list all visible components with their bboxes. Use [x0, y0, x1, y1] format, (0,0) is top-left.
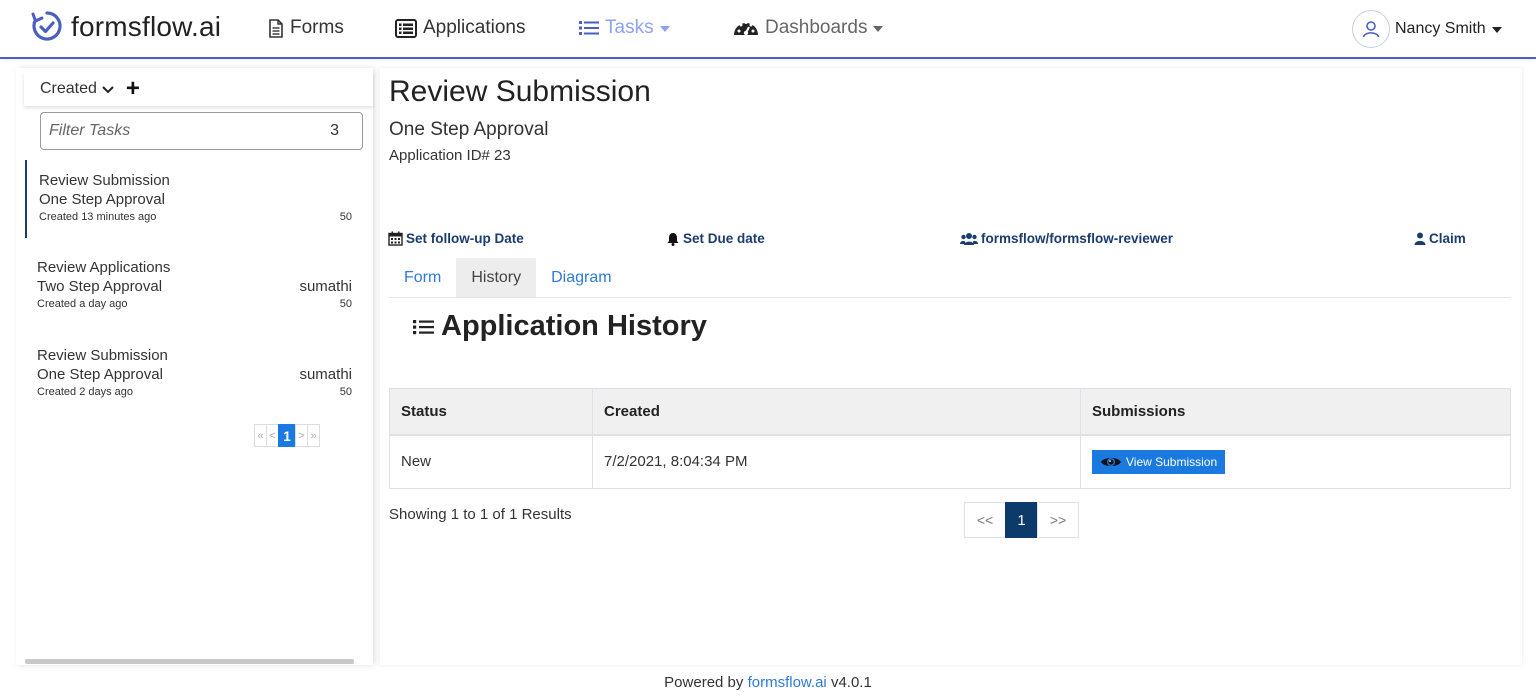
set-followup-date-label: Set follow-up Date	[406, 231, 524, 246]
avatar	[1352, 10, 1390, 48]
filter-tasks-input[interactable]	[49, 122, 331, 140]
footer-link[interactable]: formsflow.ai	[748, 674, 827, 691]
task-assignee: sumathi	[299, 366, 352, 383]
pager-first-button[interactable]: <<	[964, 502, 1006, 538]
candidate-group-button[interactable]: formsflow/formsflow-reviewer	[960, 231, 1173, 246]
brand[interactable]: formsflow.ai	[30, 8, 221, 46]
task-created: Created 13 minutes ago	[39, 211, 157, 223]
task-title: Review Applications	[37, 259, 171, 276]
top-navbar: formsflow.ai Forms Applications Tasks Da…	[0, 0, 1536, 59]
task-detail-panel: Review Submission One Step Approval Appl…	[380, 68, 1522, 665]
column-header-status[interactable]: Status	[389, 388, 593, 436]
chevron-down-icon	[1491, 27, 1502, 33]
footer-version: v4.0.1	[830, 674, 872, 691]
footer-prefix: Powered by	[664, 674, 744, 691]
cell-submissions: View Submission	[1080, 434, 1511, 489]
view-submission-button[interactable]: View Submission	[1092, 449, 1226, 474]
sort-bar: Created +	[24, 72, 373, 106]
nav-dashboards[interactable]: Dashboards	[733, 17, 884, 39]
chevron-down-icon	[873, 26, 884, 32]
table-row: New 7/2/2021, 8:04:34 PM View Submission	[389, 434, 1511, 489]
task-created: Created a day ago	[37, 298, 128, 310]
nav-tasks-label: Tasks	[605, 17, 654, 38]
chevron-down-icon	[659, 26, 670, 32]
footer: Powered by formsflow.ai v4.0.1	[0, 666, 1536, 696]
view-submission-label: View Submission	[1126, 454, 1218, 469]
task-title: Review Submission	[39, 172, 170, 189]
pager-page-button[interactable]: 1	[1005, 502, 1038, 538]
nav-applications-label: Applications	[423, 17, 526, 38]
cell-status: New	[389, 434, 593, 489]
candidate-group-label: formsflow/formsflow-reviewer	[981, 231, 1174, 246]
task-assignee: sumathi	[299, 278, 352, 295]
list-alt-icon	[395, 18, 417, 38]
user-icon	[1414, 232, 1426, 245]
brand-name: formsflow.ai	[71, 11, 222, 42]
application-id: Application ID# 23	[389, 147, 511, 164]
sort-label: Created	[40, 80, 97, 97]
tachometer-icon	[734, 21, 758, 36]
nav-forms[interactable]: Forms	[268, 17, 344, 39]
task-title: Review Submission	[37, 347, 168, 364]
bell-icon	[667, 232, 679, 246]
pager-last-button[interactable]: »	[307, 424, 320, 447]
task-list-sidebar: Created + 3 Review Submission One Step A…	[16, 68, 373, 665]
tab-form[interactable]: Form	[389, 258, 456, 297]
set-due-date-button[interactable]: Set Due date	[666, 231, 765, 246]
pager-last-button[interactable]: >>	[1037, 502, 1079, 538]
chevron-down-icon	[102, 86, 114, 94]
filter-tasks[interactable]: 3	[40, 112, 363, 150]
task-list-item[interactable]: Review Submission One Step Approval Crea…	[25, 160, 365, 238]
column-header-submissions[interactable]: Submissions	[1080, 388, 1511, 436]
horizontal-scrollbar[interactable]	[25, 659, 354, 664]
task-priority: 50	[339, 211, 352, 223]
nav-applications[interactable]: Applications	[395, 17, 525, 39]
set-followup-date-button[interactable]: Set follow-up Date	[388, 231, 524, 246]
user-icon	[1362, 21, 1380, 38]
list-icon	[579, 21, 599, 35]
task-priority: 50	[339, 386, 352, 398]
user-name: Nancy Smith	[1395, 20, 1486, 37]
process-name: One Step Approval	[389, 119, 549, 140]
tab-history[interactable]: History	[456, 258, 537, 297]
nav-dashboards-label: Dashboards	[765, 17, 868, 38]
nav-forms-label: Forms	[290, 17, 344, 38]
task-count: 3	[330, 122, 339, 139]
task-tabs: Form History Diagram	[389, 258, 1511, 298]
table-header-row: Status Created Submissions	[389, 388, 1511, 436]
page-title: Review Submission	[389, 75, 651, 108]
sort-dropdown[interactable]: Created	[40, 80, 114, 98]
task-process: Two Step Approval	[37, 278, 163, 295]
users-icon	[960, 232, 978, 245]
task-priority: 50	[339, 298, 352, 310]
pager-page-button[interactable]: 1	[278, 424, 296, 447]
task-pagination: « < 1 > »	[254, 424, 320, 447]
formsflow-logo-icon	[31, 11, 62, 41]
task-list-item[interactable]: Review Submission One Step Approval sumat…	[25, 347, 365, 405]
task-created: Created 2 days ago	[37, 386, 134, 398]
column-header-created[interactable]: Created	[592, 388, 1081, 436]
results-summary: Showing 1 to 1 of 1 Results	[389, 506, 572, 523]
list-icon	[413, 319, 434, 334]
task-process: One Step Approval	[37, 366, 163, 383]
application-history-heading: Application History	[413, 310, 707, 343]
task-process: One Step Approval	[39, 191, 165, 208]
set-due-date-label: Set Due date	[683, 231, 765, 246]
tab-diagram[interactable]: Diagram	[536, 258, 626, 297]
eye-icon	[1101, 457, 1121, 466]
cell-created: 7/2/2021, 8:04:34 PM	[592, 434, 1081, 489]
application-history-title: Application History	[441, 310, 707, 342]
claim-label: Claim	[1429, 231, 1466, 246]
user-menu[interactable]: Nancy Smith	[1352, 10, 1502, 48]
task-assignee	[352, 191, 365, 208]
claim-button[interactable]: Claim	[1414, 231, 1466, 246]
add-sort-button[interactable]: +	[126, 77, 140, 101]
nav-tasks[interactable]: Tasks	[579, 17, 670, 39]
history-table: Status Created Submissions New 7/2/2021,…	[389, 388, 1511, 489]
history-pagination: << 1 >>	[964, 502, 1079, 538]
calendar-icon	[388, 231, 403, 246]
task-list-item[interactable]: Review Applications Two Step Approval sum…	[25, 259, 365, 317]
file-icon	[269, 18, 283, 38]
